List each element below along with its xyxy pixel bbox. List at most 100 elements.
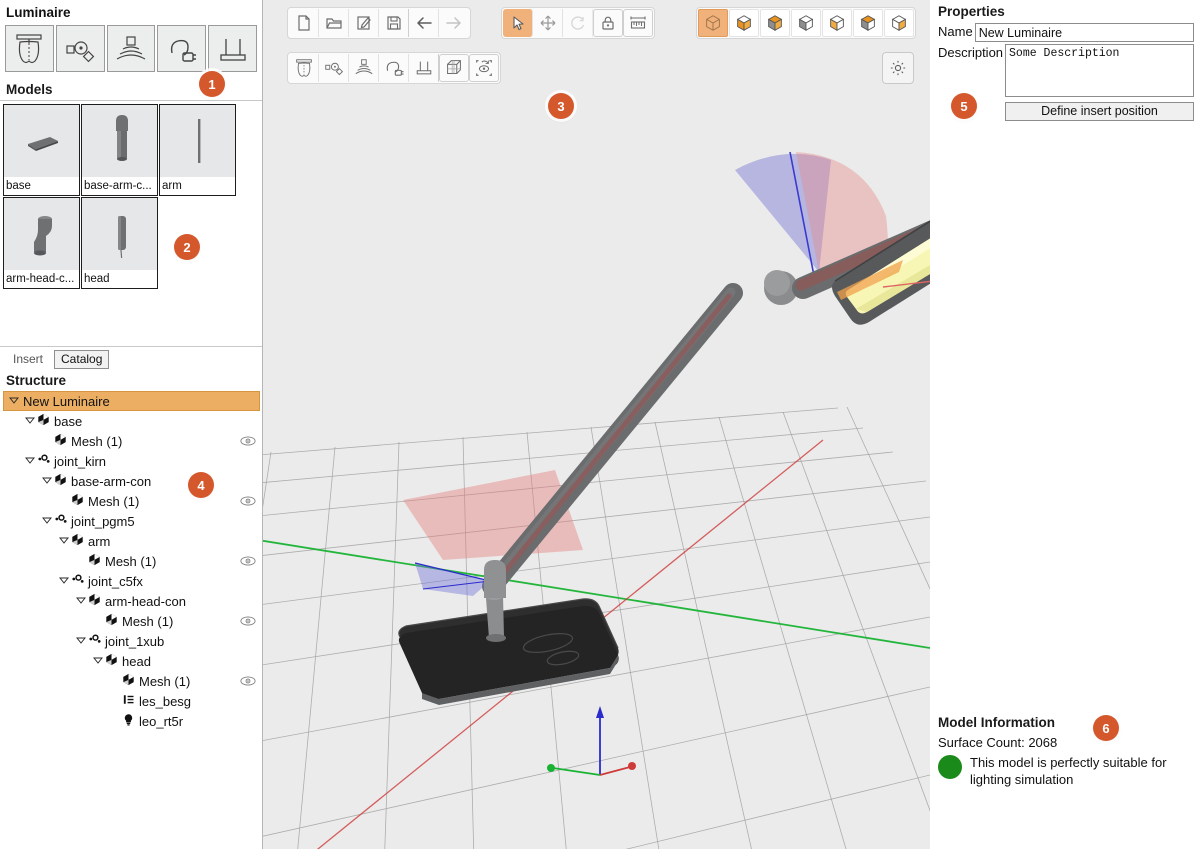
annotation-badge-1: 1 <box>199 71 225 97</box>
luminaire-icon-button[interactable] <box>5 25 54 72</box>
tree-row[interactable]: joint_pgm5 <box>0 511 263 531</box>
mesh-node-icon <box>70 533 85 549</box>
file-toolbar-group <box>287 7 471 39</box>
model-information-title: Model Information <box>938 715 1055 730</box>
view-cube-right[interactable] <box>853 9 883 37</box>
view-cube-iso[interactable] <box>698 9 728 37</box>
geometry-icon-button[interactable] <box>55 25 105 72</box>
tree-twisty-icon[interactable] <box>74 595 87 607</box>
mesh-node-icon <box>121 673 136 689</box>
name-field[interactable] <box>974 23 1194 42</box>
tree-twisty-icon[interactable] <box>57 575 70 587</box>
new-document-icon[interactable] <box>289 9 319 37</box>
select-cursor-icon[interactable] <box>503 9 533 37</box>
measure-icon[interactable] <box>623 9 653 37</box>
tree-row[interactable]: arm-head-con <box>0 591 263 611</box>
view-reset-icon[interactable] <box>469 54 499 82</box>
tree-twisty-icon[interactable] <box>40 475 53 487</box>
tab-catalog[interactable]: Catalog <box>54 350 110 369</box>
tree-twisty-icon[interactable] <box>7 395 20 407</box>
gear-icon[interactable] <box>882 52 914 84</box>
tree-node-label: base-arm-con <box>71 473 152 489</box>
tree-row[interactable]: joint_kirn <box>0 451 263 471</box>
surface-count-label: Surface Count: 2068 <box>938 735 1058 750</box>
tree-row[interactable]: joint_1xub <box>0 631 263 651</box>
mesh-node-icon <box>87 593 102 609</box>
view-cube-front[interactable] <box>791 9 821 37</box>
redo-arrow-icon[interactable] <box>439 9 469 37</box>
tree-node-label: New Luminaire <box>23 393 110 409</box>
luminaire-icon[interactable] <box>289 54 319 82</box>
tree-row[interactable]: leo_rt5r <box>0 711 263 731</box>
model-item[interactable]: base-arm-c... <box>81 104 158 196</box>
geometry-icon[interactable] <box>319 54 349 82</box>
base-arm-con-thumb <box>82 105 157 177</box>
tree-row[interactable]: arm <box>0 531 263 551</box>
tree-row[interactable]: Mesh (1) <box>0 551 263 571</box>
tree-row[interactable]: Mesh (1) <box>0 431 263 451</box>
tree-twisty-icon[interactable] <box>40 515 53 527</box>
mounting-icon[interactable] <box>409 54 439 82</box>
annotation-badge-5: 5 <box>951 93 977 119</box>
head-thumb <box>82 198 157 270</box>
model-item[interactable]: arm-head-c... <box>3 197 80 289</box>
model-status: This model is perfectly suitable for lig… <box>930 752 1199 788</box>
edit-document-icon[interactable] <box>349 9 379 37</box>
left-panel-tabs: Insert Catalog <box>0 347 262 371</box>
tree-row-selected[interactable]: New Luminaire <box>3 391 260 411</box>
move-icon[interactable] <box>533 9 563 37</box>
view-cube-front-top[interactable] <box>760 9 790 37</box>
mesh-node-icon <box>104 653 119 669</box>
tree-twisty-icon[interactable] <box>23 415 36 427</box>
tab-insert[interactable]: Insert <box>6 350 50 369</box>
les-icon <box>121 693 136 709</box>
viewport-toolbar <box>263 0 930 88</box>
tree-row[interactable]: Mesh (1) <box>0 671 263 691</box>
model-information-section: Model Information Surface Count: 2068 Th… <box>930 715 1199 788</box>
light-emission-icon[interactable] <box>349 54 379 82</box>
open-folder-icon[interactable] <box>319 9 349 37</box>
light-emission-icon-button[interactable] <box>106 25 156 72</box>
model-item[interactable]: base <box>3 104 80 196</box>
rotate-icon[interactable] <box>563 9 593 37</box>
define-insert-position-button[interactable]: Define insert position <box>1005 102 1194 121</box>
mounting-icon-button[interactable] <box>208 25 257 72</box>
tree-twisty-icon[interactable] <box>57 535 70 547</box>
left-panel: Luminaire Models base base-arm-c... arm … <box>0 0 263 849</box>
view-cube-top[interactable] <box>729 9 759 37</box>
view-cube-back[interactable] <box>884 9 914 37</box>
3d-viewport[interactable] <box>263 0 930 849</box>
tree-node-label: joint_pgm5 <box>71 513 135 529</box>
description-field[interactable] <box>1005 44 1194 97</box>
model-name: arm <box>160 177 235 195</box>
tree-node-label: Mesh (1) <box>71 433 123 449</box>
tree-twisty-icon[interactable] <box>23 455 36 467</box>
lock-icon[interactable] <box>593 9 623 37</box>
view-cube-left[interactable] <box>822 9 852 37</box>
save-icon[interactable] <box>379 9 409 37</box>
tree-row[interactable]: Mesh (1) <box>0 491 263 511</box>
tree-row[interactable]: Mesh (1) <box>0 611 263 631</box>
visibility-eye-icon[interactable] <box>240 495 256 507</box>
model-item[interactable]: head <box>81 197 158 289</box>
tree-row[interactable]: les_besg <box>0 691 263 711</box>
bounding-box-icon[interactable] <box>439 54 469 82</box>
description-label: Description <box>938 45 1004 60</box>
tree-row[interactable]: head <box>0 651 263 671</box>
model-name: arm-head-c... <box>4 270 79 288</box>
arm-thumb <box>160 105 235 177</box>
undo-arrow-icon[interactable] <box>409 9 439 37</box>
visibility-eye-icon[interactable] <box>240 555 256 567</box>
tree-row[interactable]: joint_c5fx <box>0 571 263 591</box>
visibility-eye-icon[interactable] <box>240 435 256 447</box>
plug-cable-icon[interactable] <box>379 54 409 82</box>
tree-twisty-icon[interactable] <box>74 635 87 647</box>
tree-row[interactable]: base-arm-con <box>0 471 263 491</box>
tree-twisty-icon[interactable] <box>91 655 104 667</box>
tree-row[interactable]: base <box>0 411 263 431</box>
tree-node-label: joint_1xub <box>105 633 165 649</box>
model-item[interactable]: arm <box>159 104 236 196</box>
plug-cable-icon-button[interactable] <box>157 25 207 72</box>
visibility-eye-icon[interactable] <box>240 615 256 627</box>
visibility-eye-icon[interactable] <box>240 675 256 687</box>
